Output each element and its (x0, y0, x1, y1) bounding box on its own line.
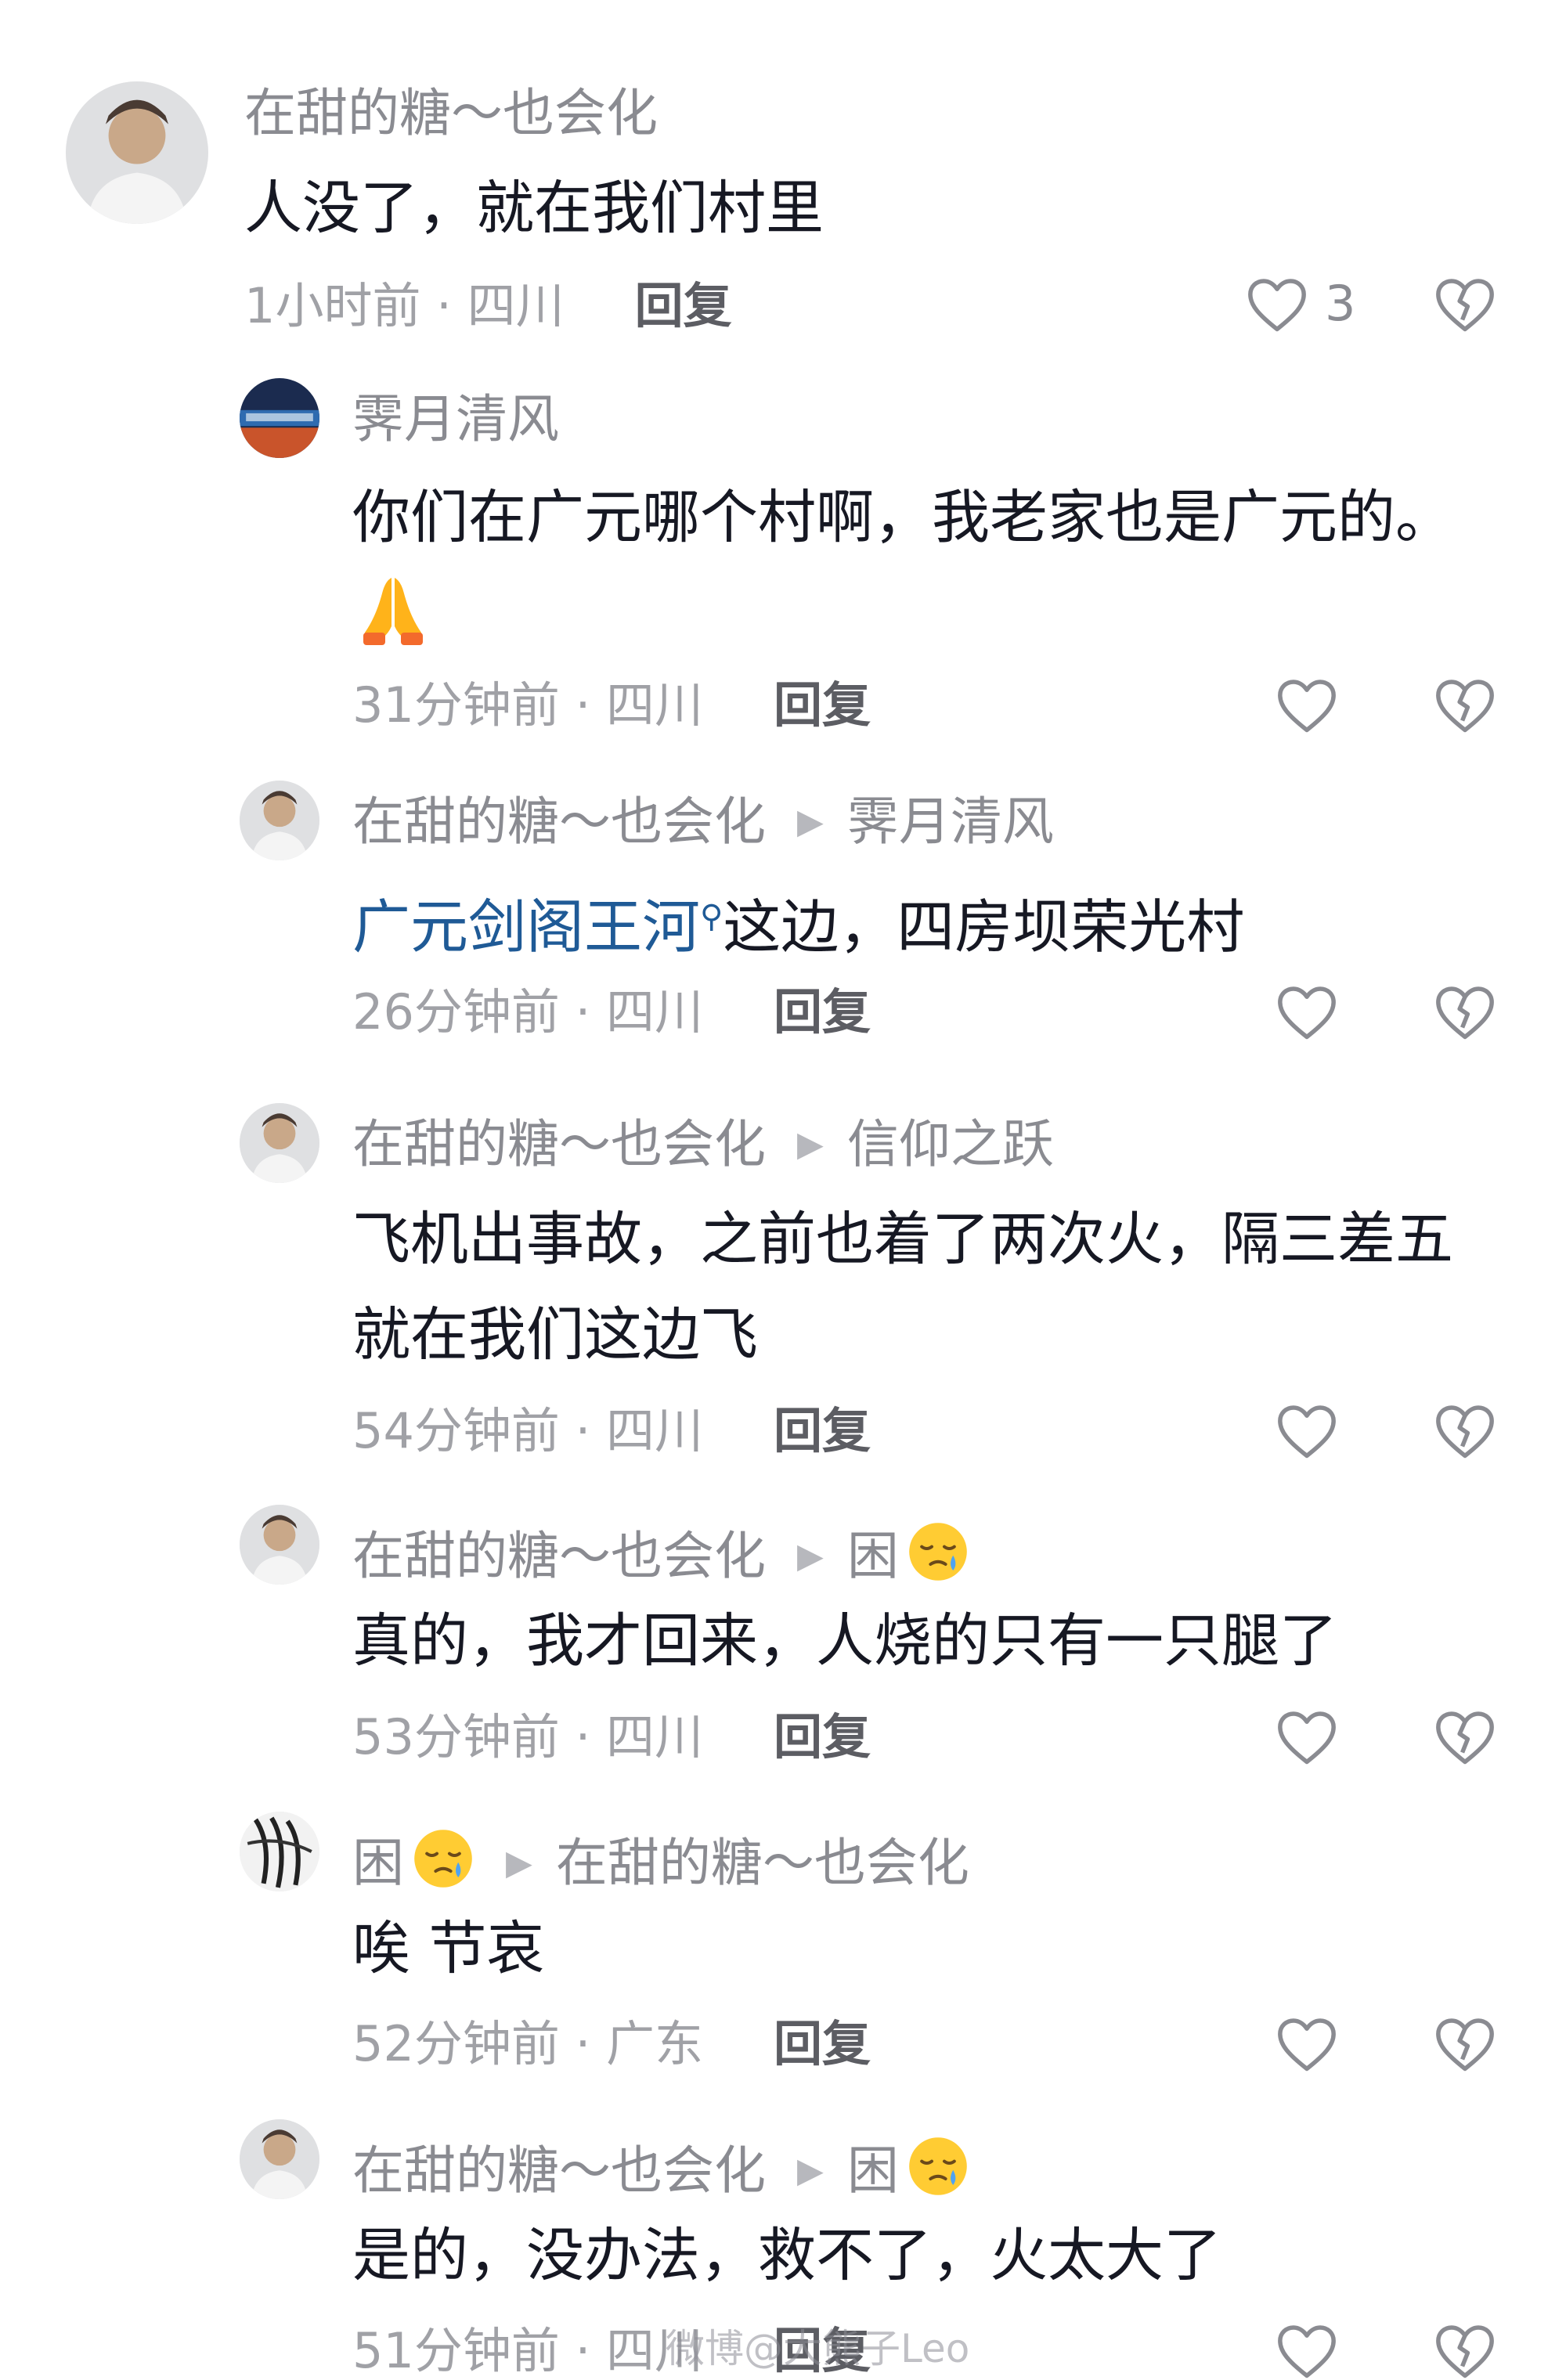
comment-text: 人没了，就在我们村里 (244, 175, 824, 242)
reply-button[interactable]: 回复 (774, 1713, 871, 1762)
user-avatar-icon (240, 378, 319, 458)
time-location: 53分钟前 · 四川 (352, 1708, 704, 1765)
like-button[interactable] (1275, 2320, 1339, 2380)
dislike-button[interactable] (1433, 2320, 1497, 2380)
play-triangle-icon: ▶ (506, 1842, 532, 1883)
location-link[interactable]: 广元剑阁王河 (352, 894, 700, 961)
comment-text-rest: 这边，四房坝荣光村 (723, 893, 1245, 961)
reply-button[interactable]: 回复 (774, 1407, 871, 1455)
user-avatar-icon (240, 1812, 319, 1891)
comment-text-line: 就在我们这边飞 (352, 1301, 758, 1368)
broken-heart-icon (1436, 2325, 1494, 2378)
dislike-button[interactable] (1433, 982, 1497, 1041)
like-button[interactable] (1275, 982, 1339, 1041)
avatar[interactable] (240, 1505, 319, 1585)
reply-to-name[interactable]: 霁月清风 (847, 796, 1054, 848)
author-name[interactable]: 在甜的糖～也会化 (244, 88, 658, 139)
broken-heart-icon (1436, 279, 1494, 332)
reply-button[interactable]: 回复 (774, 988, 871, 1037)
author-name[interactable]: 在甜的糖～也会化 (352, 1119, 766, 1170)
author-name[interactable]: 在甜的糖～也会化 (352, 2144, 766, 2197)
like-count: 3 (1325, 275, 1356, 332)
comment-text-line: 飞机出事故，之前也着了两次火，隔三差五 (352, 1206, 1453, 1273)
broken-heart-icon (1436, 1405, 1494, 1459)
avatar[interactable] (240, 2119, 319, 2199)
comment-text: 飞机出事故，之前也着了两次火，隔三差五 就在我们这边飞 (352, 1192, 1453, 1383)
author-name[interactable]: 困 (352, 1837, 404, 1889)
comment-text: 广元剑阁王河⚲这边，四房坝荣光村 (352, 869, 1244, 975)
like-button[interactable] (1275, 675, 1339, 734)
user-avatar-icon (240, 1103, 319, 1183)
avatar[interactable] (240, 1812, 319, 1891)
dislike-button[interactable] (1433, 1707, 1497, 1766)
sleepy-face-emoji (907, 1520, 969, 1592)
time-location: 51分钟前 · 四川 (352, 2322, 704, 2379)
comment-text: 唉 节哀 (352, 1915, 545, 1982)
user-avatar-icon (240, 2119, 319, 2199)
comment-text: 你们在广元哪个村啊，我老家也是广元的。 (352, 484, 1453, 551)
avatar[interactable] (240, 1103, 319, 1183)
heart-outline-icon (1278, 680, 1336, 733)
time-location: 52分钟前 · 广东 (352, 2015, 704, 2072)
reply-button[interactable]: 回复 (774, 681, 871, 730)
reply-to-name[interactable]: 困 (847, 2144, 899, 2197)
time-location: 31分钟前 · 四川 (352, 676, 704, 734)
broken-heart-icon (1436, 1711, 1494, 1765)
sleepy-face-emoji (907, 2135, 969, 2206)
author-name[interactable]: 霁月清风 (352, 394, 559, 445)
avatar[interactable] (66, 81, 208, 224)
reply-button[interactable]: 回复 (635, 282, 732, 330)
avatar[interactable] (240, 781, 319, 860)
user-avatar-icon (66, 81, 208, 224)
heart-outline-icon (1248, 279, 1306, 332)
reply-to-name[interactable]: 在甜的糖～也会化 (556, 1837, 969, 1889)
user-avatar-icon (240, 781, 319, 860)
like-button[interactable] (1275, 1401, 1339, 1460)
user-avatar-icon (240, 1505, 319, 1585)
dislike-button[interactable] (1433, 274, 1497, 334)
reply-button[interactable]: 回复 (774, 2020, 871, 2068)
broken-heart-icon (1436, 680, 1494, 733)
sleepy-face-emoji (412, 1827, 474, 1899)
heart-outline-icon (1278, 1711, 1336, 1765)
heart-outline-icon (1278, 2325, 1336, 2378)
time-location: 26分钟前 · 四川 (352, 983, 704, 1040)
play-triangle-icon: ▶ (797, 802, 824, 842)
comment-text: 真的，我才回来，人烧的只有一只腿了 (352, 1607, 1337, 1675)
broken-heart-icon (1436, 986, 1494, 1040)
dislike-button[interactable] (1433, 1401, 1497, 1460)
heart-outline-icon (1278, 1405, 1336, 1459)
play-triangle-icon: ▶ (797, 2150, 824, 2191)
play-triangle-icon: ▶ (797, 1124, 824, 1164)
watermark: 微博@大熊子Leo (666, 2326, 970, 2371)
avatar[interactable] (240, 378, 319, 458)
like-button[interactable] (1275, 2014, 1339, 2073)
reply-to-name[interactable]: 困 (847, 1530, 899, 1582)
broken-heart-icon (1436, 2018, 1494, 2072)
heart-outline-icon (1278, 2018, 1336, 2072)
comment-text: 是的，没办法，救不了，火太大了 (352, 2222, 1221, 2289)
time-location: 54分钟前 · 四川 (352, 1402, 704, 1459)
like-button[interactable] (1275, 1707, 1339, 1766)
heart-outline-icon (1278, 986, 1336, 1040)
time-location: 1小时前 · 四川 (244, 277, 565, 334)
reply-to-name[interactable]: 信仰之跃 (847, 1119, 1054, 1170)
search-icon[interactable]: ⚲ (700, 899, 723, 935)
like-button[interactable]: 3 (1245, 274, 1355, 334)
dislike-button[interactable] (1433, 675, 1497, 734)
dislike-button[interactable] (1433, 2014, 1497, 2073)
author-name[interactable]: 在甜的糖～也会化 (352, 1530, 766, 1582)
folded-hands-emoji (354, 570, 432, 651)
play-triangle-icon: ▶ (797, 1535, 824, 1576)
author-name[interactable]: 在甜的糖～也会化 (352, 796, 766, 848)
